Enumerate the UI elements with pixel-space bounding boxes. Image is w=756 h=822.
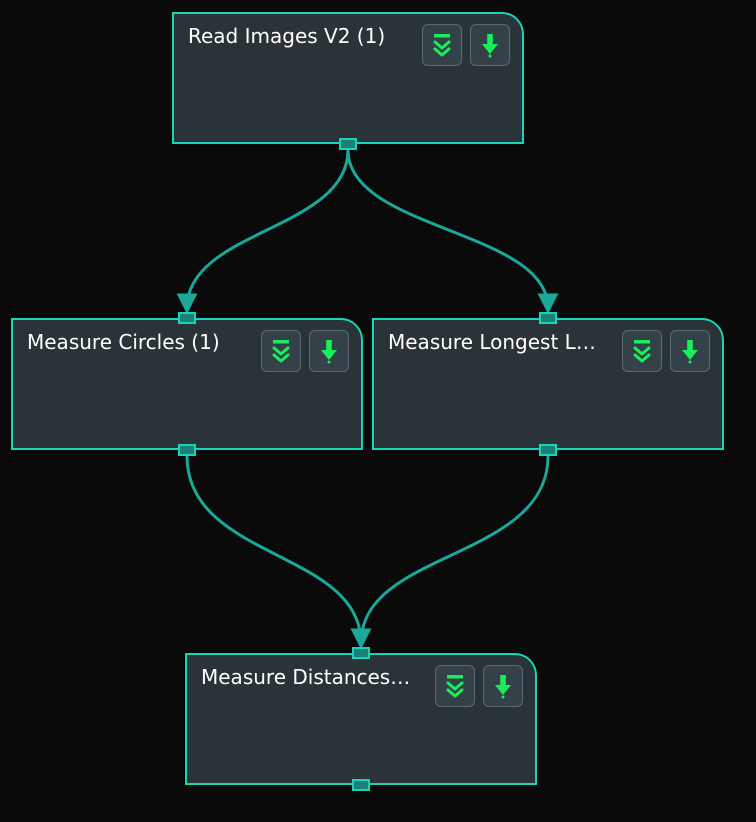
node-title: Measure Circles (1) [27, 330, 220, 354]
node-measure-circles[interactable]: Measure Circles (1) [11, 318, 363, 450]
run-button[interactable] [309, 330, 349, 372]
output-port[interactable] [178, 444, 196, 456]
input-port[interactable] [539, 312, 557, 324]
run-button[interactable] [670, 330, 710, 372]
output-port[interactable] [539, 444, 557, 456]
run-button[interactable] [470, 24, 510, 66]
node-measure-longest[interactable]: Measure Longest L… [372, 318, 724, 450]
output-port[interactable] [352, 779, 370, 791]
edge [187, 456, 361, 643]
run-down-icon [479, 32, 501, 58]
node-title: Measure Distances… [201, 665, 410, 689]
input-port[interactable] [178, 312, 196, 324]
node-graph-canvas[interactable]: Read Images V2 (1) Measure Circles ( [0, 0, 756, 822]
expand-button[interactable] [422, 24, 462, 66]
expand-button[interactable] [435, 665, 475, 707]
expand-down-icon [443, 673, 467, 699]
edge [348, 150, 548, 308]
expand-down-icon [430, 32, 454, 58]
expand-down-icon [630, 338, 654, 364]
expand-down-icon [269, 338, 293, 364]
input-port[interactable] [352, 647, 370, 659]
run-down-icon [492, 673, 514, 699]
node-read-images[interactable]: Read Images V2 (1) [172, 12, 524, 144]
run-button[interactable] [483, 665, 523, 707]
expand-button[interactable] [261, 330, 301, 372]
output-port[interactable] [339, 138, 357, 150]
edge [187, 150, 348, 308]
expand-button[interactable] [622, 330, 662, 372]
node-title: Measure Longest L… [388, 330, 596, 354]
run-down-icon [679, 338, 701, 364]
node-title: Read Images V2 (1) [188, 24, 385, 48]
edge [361, 456, 548, 643]
node-measure-distances[interactable]: Measure Distances… [185, 653, 537, 785]
run-down-icon [318, 338, 340, 364]
